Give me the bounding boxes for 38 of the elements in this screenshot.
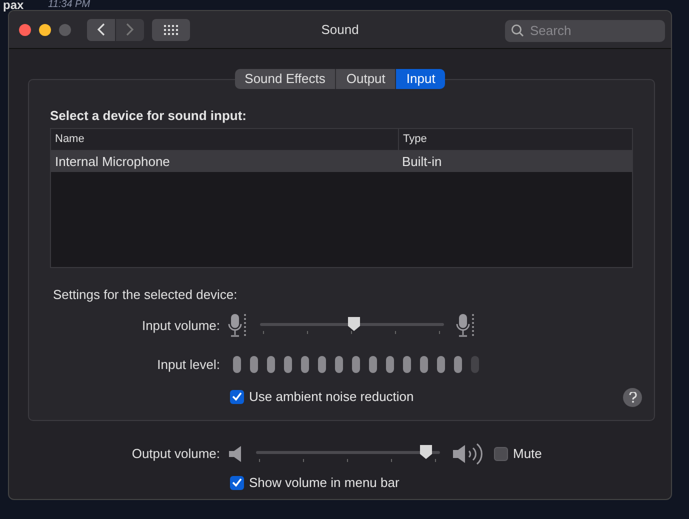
show-all-button[interactable] <box>152 18 190 40</box>
slider-thumb[interactable] <box>419 444 434 460</box>
background-text: 11:34 PM <box>48 0 90 10</box>
table-cell-text: Internal Microphone <box>54 152 171 171</box>
checkbox-label[interactable]: Mute <box>513 444 542 464</box>
column-header[interactable]: Type <box>398 129 632 150</box>
field-label: Input level: <box>156 356 221 374</box>
grid-icon <box>164 24 178 34</box>
checkbox[interactable] <box>494 447 508 461</box>
chevron-left-icon <box>97 23 105 36</box>
search-field[interactable]: Search <box>505 20 665 42</box>
field-label: Output volume: <box>130 445 221 464</box>
table-row[interactable]: Internal Microphone Built-in <box>51 151 632 172</box>
window-title: Sound <box>321 20 359 39</box>
chevron-right-icon <box>126 23 134 36</box>
tab[interactable]: Output <box>335 69 396 89</box>
tab[interactable]: Sound Effects <box>234 69 336 89</box>
section-heading: Settings for the selected device: <box>53 286 238 304</box>
checkbox-label[interactable]: Show volume in menu bar <box>249 473 400 492</box>
back-button[interactable] <box>87 18 115 40</box>
table-cell-text: Built-in <box>401 152 443 171</box>
search-icon <box>511 24 524 37</box>
column-header[interactable]: Name <box>51 129 398 150</box>
checkbox[interactable] <box>230 476 244 490</box>
close-button[interactable] <box>19 24 31 36</box>
minimize-button[interactable] <box>39 24 51 36</box>
speaker-loud-icon <box>452 442 484 466</box>
slider-thumb[interactable] <box>346 316 361 332</box>
field-label: Input volume: <box>140 317 221 336</box>
slider-track[interactable] <box>256 444 440 464</box>
question-mark-icon <box>628 392 636 403</box>
checkbox-label[interactable]: Use ambient noise reduction <box>249 387 414 406</box>
speaker-icon <box>228 445 244 463</box>
section-heading: Select a device for sound input: <box>50 107 248 124</box>
tab[interactable]: Input <box>395 69 446 89</box>
checkbox[interactable] <box>230 390 244 404</box>
background-text: pax <box>3 0 24 11</box>
slider-track[interactable] <box>260 316 444 336</box>
